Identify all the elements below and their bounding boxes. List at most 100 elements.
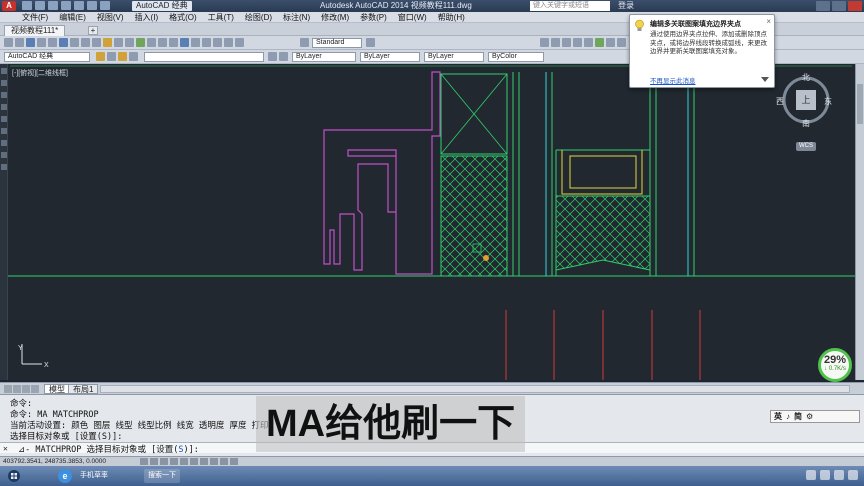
linetype-combo[interactable]: ByLayer: [360, 52, 420, 62]
help-search-input[interactable]: 键入关键字或短语: [530, 1, 610, 11]
menu-dimension[interactable]: 标注(N): [283, 12, 310, 23]
layer-combo[interactable]: [144, 52, 264, 62]
nav-icon[interactable]: [1, 68, 7, 74]
publish-icon[interactable]: [59, 38, 68, 47]
layer-properties-icon[interactable]: [96, 52, 105, 61]
copy-icon[interactable]: [81, 38, 90, 47]
osnap-icon[interactable]: [180, 458, 188, 465]
internet-explorer-icon[interactable]: e: [58, 469, 72, 483]
redo-icon[interactable]: [100, 1, 110, 10]
menu-window[interactable]: 窗口(W): [398, 12, 427, 23]
next-layout-icon[interactable]: [22, 385, 30, 393]
sheet-set-icon[interactable]: [213, 38, 222, 47]
menu-parametric[interactable]: 参数(P): [360, 12, 387, 23]
vertical-scrollbar[interactable]: [855, 64, 864, 380]
dont-show-again-link[interactable]: 不再显示此消息: [650, 75, 696, 85]
viewcube[interactable]: 北 南 东 西 上: [776, 72, 832, 136]
plot-icon[interactable]: [37, 38, 46, 47]
balloon-close-icon[interactable]: ×: [766, 17, 771, 26]
login-button[interactable]: 登录: [618, 0, 634, 12]
start-button-icon[interactable]: [4, 468, 36, 484]
viewcube-top-face[interactable]: 上: [796, 90, 816, 110]
save-icon[interactable]: [26, 38, 35, 47]
pan-icon[interactable]: [136, 38, 145, 47]
dim-style-icon[interactable]: [366, 38, 375, 47]
last-layout-icon[interactable]: [31, 385, 39, 393]
polar-icon[interactable]: [170, 458, 178, 465]
new-tab-button[interactable]: +: [88, 26, 98, 35]
application-menu-button[interactable]: A: [2, 1, 16, 11]
calculator-icon[interactable]: [235, 38, 244, 47]
tab-layout1[interactable]: 布局1: [68, 384, 99, 394]
grid-icon[interactable]: [150, 458, 158, 465]
compass-north[interactable]: 北: [802, 72, 810, 83]
menu-format[interactable]: 格式(O): [169, 12, 197, 23]
zoom-realtime-icon[interactable]: [147, 38, 156, 47]
minimize-icon[interactable]: [816, 1, 830, 11]
new-file-icon[interactable]: [22, 1, 32, 10]
menu-draw[interactable]: 绘图(D): [245, 12, 272, 23]
polyline-icon[interactable]: [551, 38, 560, 47]
menu-file[interactable]: 文件(F): [22, 12, 48, 23]
menu-edit[interactable]: 编辑(E): [59, 12, 86, 23]
hatch-icon[interactable]: [595, 38, 604, 47]
ime-settings-icon[interactable]: ⚙: [806, 412, 813, 421]
ime-sound-icon[interactable]: ♪: [786, 412, 790, 421]
maximize-icon[interactable]: [832, 1, 846, 11]
workspace-switcher[interactable]: AutoCAD 经典: [132, 1, 192, 11]
nav-icon[interactable]: [1, 92, 7, 98]
nav-icon[interactable]: [1, 152, 7, 158]
ime-language[interactable]: 英: [774, 411, 782, 422]
wcs-menu-button[interactable]: WCS: [796, 142, 816, 151]
color-layer-combo[interactable]: ByLayer: [292, 52, 356, 62]
block-icon[interactable]: [617, 38, 626, 47]
markup-icon[interactable]: [224, 38, 233, 47]
snap-icon[interactable]: [140, 458, 148, 465]
layer-state-icon[interactable]: [107, 52, 116, 61]
lineweight-combo[interactable]: ByLayer: [424, 52, 484, 62]
ortho-icon[interactable]: [160, 458, 168, 465]
tray-icon[interactable]: [834, 470, 844, 480]
new-icon[interactable]: [4, 38, 13, 47]
open-file-icon[interactable]: [35, 1, 45, 10]
line-icon[interactable]: [540, 38, 549, 47]
tpy-icon[interactable]: [230, 458, 238, 465]
print-icon[interactable]: [74, 1, 84, 10]
rectangle-icon[interactable]: [584, 38, 593, 47]
layer-on-icon[interactable]: [118, 52, 127, 61]
ducs-icon[interactable]: [200, 458, 208, 465]
tab-model[interactable]: 模型: [44, 384, 70, 394]
circle-icon[interactable]: [562, 38, 571, 47]
plotstyle-combo[interactable]: ByColor: [488, 52, 544, 62]
paste-icon[interactable]: [92, 38, 101, 47]
viewport-controls-label[interactable]: [-][俯视][二维线框]: [12, 68, 68, 78]
save-as-icon[interactable]: [61, 1, 71, 10]
menu-insert[interactable]: 插入(I): [135, 12, 159, 23]
taskbar-item-search[interactable]: 搜索一下: [144, 469, 180, 483]
nav-icon[interactable]: [1, 116, 7, 122]
nav-icon[interactable]: [1, 140, 7, 146]
zoom-previous-icon[interactable]: [169, 38, 178, 47]
tray-icon[interactable]: [848, 470, 858, 480]
zoom-window-icon[interactable]: [158, 38, 167, 47]
dyn-icon[interactable]: [210, 458, 218, 465]
menu-tools[interactable]: 工具(T): [208, 12, 234, 23]
text-style-icon[interactable]: [300, 38, 309, 47]
style-combo[interactable]: Standard: [312, 38, 362, 48]
otrack-icon[interactable]: [190, 458, 198, 465]
scroll-thumb[interactable]: [857, 84, 863, 124]
save-icon[interactable]: [48, 1, 58, 10]
ime-simplified[interactable]: 简: [794, 411, 802, 422]
close-command-icon[interactable]: ✕: [3, 444, 8, 453]
drawing-area[interactable]: Y X: [0, 64, 864, 380]
menu-modify[interactable]: 修改(M): [321, 12, 349, 23]
tool-palettes-icon[interactable]: [202, 38, 211, 47]
close-icon[interactable]: [848, 1, 862, 11]
redo-icon[interactable]: [125, 38, 134, 47]
balloon-expand-icon[interactable]: [761, 77, 769, 82]
undo-icon[interactable]: [87, 1, 97, 10]
layer-previous-icon[interactable]: [279, 52, 288, 61]
horizontal-scrollbar[interactable]: [100, 385, 850, 393]
taskbar-item-browser[interactable]: 手机草率: [76, 469, 112, 483]
match-properties-icon[interactable]: [103, 38, 112, 47]
